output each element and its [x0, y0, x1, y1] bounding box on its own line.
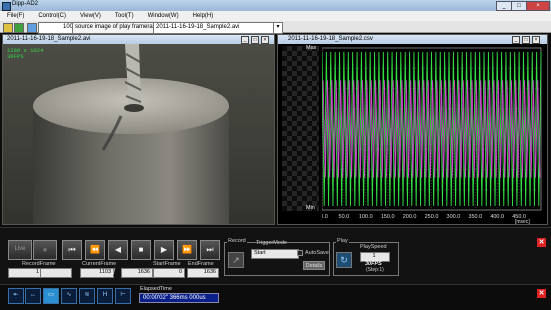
waveform-chart[interactable]: 0.0 50.0 100.0 150.0 200.0 250.0 300.0 350.0 400…	[322, 46, 545, 224]
video-panel-minimize-button[interactable]: _	[241, 36, 249, 44]
x-tick-label: 150.0	[381, 214, 395, 220]
graph-view-icon[interactable]: ∿	[61, 288, 77, 304]
start-frame-field[interactable]: 0	[153, 268, 185, 278]
source-label: source image of play framerate	[72, 22, 158, 34]
x-tick-label: 250.0	[425, 214, 439, 220]
x-unit-label: [msec]	[515, 219, 530, 224]
start-frame-label: StartFrame	[153, 261, 181, 267]
menu-tool[interactable]: Tool(T)	[108, 13, 141, 19]
details-button[interactable]: Details	[303, 261, 325, 270]
play-icon[interactable]: ▶	[154, 240, 174, 260]
frame-view-icon[interactable]: ▭	[43, 288, 59, 304]
save-icon[interactable]	[14, 23, 24, 33]
multi-graph-icon[interactable]: ≋	[79, 288, 95, 304]
elapsed-time-value: 00:00'02" 366ms 000us	[139, 293, 219, 303]
go-to-end-icon[interactable]: ⏭	[200, 240, 220, 260]
x-tick-label: 400.0	[490, 214, 504, 220]
end-frame-label: EndFrame	[188, 261, 214, 267]
live-button[interactable]: Live	[8, 240, 32, 260]
app-icon	[2, 2, 11, 11]
play-group-label: Play	[336, 238, 349, 244]
y-min-label: Min	[306, 205, 315, 211]
camera-icon[interactable]	[27, 23, 37, 33]
record-frame-label: RecordFrame	[22, 261, 56, 267]
x-tick-label: 350.0	[468, 214, 482, 220]
end-frame-field[interactable]: 1636	[187, 268, 219, 278]
video-panel-close-button[interactable]: ×	[261, 36, 269, 44]
record-frame-field[interactable]: 1	[8, 268, 42, 278]
file-select[interactable]: 2011-11-16-19-18_Sample2.avi	[153, 22, 279, 34]
close-button[interactable]: ×	[526, 1, 550, 11]
record-settings-icon[interactable]: ↗	[228, 252, 244, 268]
marker-icon[interactable]: H	[97, 288, 113, 304]
record-button[interactable]: ●	[33, 240, 57, 260]
title-bar: Dipp-AD2 _ □ ×	[0, 0, 551, 11]
auto-save-label: AutoSave	[305, 250, 329, 256]
graph-panel-close-button[interactable]: ×	[532, 36, 540, 44]
play-reverse-icon[interactable]: ◀	[108, 240, 128, 260]
close-toolbar-icon[interactable]: ✕	[537, 289, 546, 298]
frame-separator: /	[113, 267, 116, 276]
fit-width-icon[interactable]: ↔	[25, 288, 41, 304]
play-speed-label: PlaySpeed	[360, 244, 387, 250]
step-forward-icon[interactable]: ⏩	[177, 240, 197, 260]
x-tick-label: 200.0	[403, 214, 417, 220]
record-group-label: Record	[227, 238, 247, 244]
record-frame-total-field[interactable]	[40, 268, 72, 278]
channel-area	[282, 46, 319, 211]
video-panel: 2011-11-16-19-18_Sample2.avi _ □ × 1280 …	[2, 34, 275, 225]
y-max-label: Max	[306, 45, 317, 51]
total-frames-field: 1636	[121, 268, 153, 278]
x-tick-label: 100.0	[359, 214, 373, 220]
go-to-start-icon[interactable]: ⏮	[62, 240, 82, 260]
menu-bar: File(F) Control(C) View(V) Tool(T) Windo…	[0, 11, 551, 21]
current-frame-label: CurrentFrame	[82, 261, 117, 267]
minimize-button[interactable]: _	[496, 1, 512, 11]
open-folder-icon[interactable]	[3, 23, 13, 33]
video-frame: 1280 x 1024 30FPS	[3, 44, 274, 224]
play-settings-icon[interactable]: ↻	[336, 252, 352, 268]
maximize-button[interactable]: □	[511, 1, 527, 11]
auto-save-checkbox[interactable]	[297, 250, 303, 256]
graph-panel: 2011-11-16-19-18_Sample2.csv _ □ × Max M…	[277, 34, 548, 225]
trigger-mode-label: TriggerMode	[256, 240, 287, 246]
menu-file[interactable]: File(F)	[0, 13, 31, 19]
menu-help[interactable]: Help(H)	[186, 13, 221, 19]
window-title: Dipp-AD2	[12, 1, 39, 7]
current-frame-field[interactable]: 1103	[80, 268, 114, 278]
x-tick-label: 300.0	[447, 214, 461, 220]
elapsed-time-label: ElapsedTime	[140, 286, 172, 292]
play-step-label: (Step:1)	[366, 267, 384, 273]
fps-overlay: 30FPS	[7, 53, 24, 60]
trigger-mode-select[interactable]: Start	[251, 249, 299, 259]
menu-view[interactable]: View(V)	[73, 13, 108, 19]
graph-panel-title: 2011-11-16-19-18_Sample2.csv	[278, 35, 547, 44]
x-tick-label: 0.0	[322, 214, 328, 220]
range-marker-icon[interactable]: ⊢	[115, 288, 131, 304]
frame-value-field[interactable]: 100	[38, 22, 76, 34]
graph-panel-minimize-button[interactable]: _	[512, 36, 520, 44]
x-tick-label: 50.0	[339, 214, 350, 220]
step-back-icon[interactable]: ⏪	[85, 240, 105, 260]
chevron-down-icon[interactable]: ▾	[273, 22, 283, 34]
toolbar: 100 source image of play framerate 2011-…	[0, 21, 551, 34]
video-panel-title: 2011-11-16-19-18_Sample2.avi	[3, 35, 274, 44]
menu-control[interactable]: Control(C)	[31, 13, 73, 19]
menu-window[interactable]: Window(W)	[141, 13, 186, 19]
graph-panel-maximize-button[interactable]: □	[522, 36, 530, 44]
stop-icon[interactable]: ■	[131, 240, 151, 260]
close-control-icon[interactable]: ✕	[537, 238, 546, 247]
video-panel-maximize-button[interactable]: □	[251, 36, 259, 44]
expand-horizontal-icon[interactable]: ⇤	[8, 288, 24, 304]
